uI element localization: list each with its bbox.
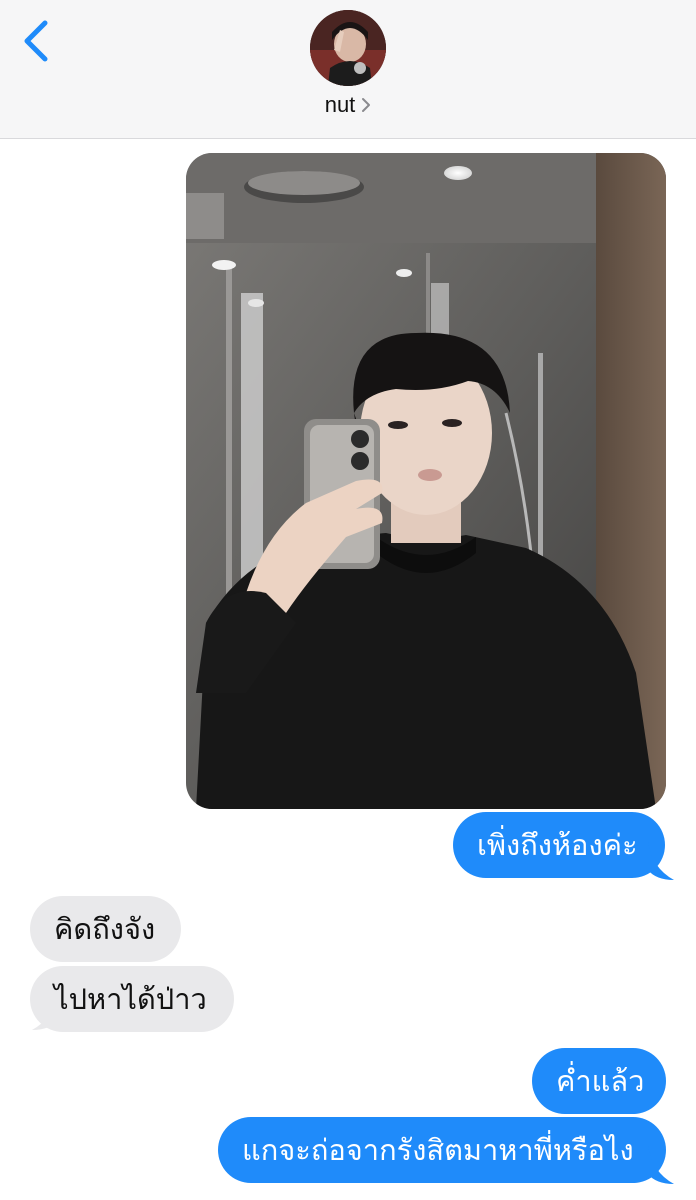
message-bubble-sent[interactable]: เพิ่งถึงห้องค่ะ [453,812,665,878]
message-text: เพิ่งถึงห้องค่ะ [477,828,638,862]
message-bubble-received[interactable]: คิดถึงจัง [30,896,181,962]
contact-avatar[interactable] [310,10,386,86]
message-bubble-sent[interactable]: แกจะถ่อจากรังสิตมาหาพี่หรือไง [218,1117,666,1183]
message-bubble-sent[interactable]: ค่ำแล้ว [532,1048,666,1114]
contact-name: nut [324,92,356,117]
mirror-selfie-photo [186,153,666,809]
message-bubble-received[interactable]: ไปหาได้ป่าว [30,966,234,1032]
chevron-right-icon [362,98,371,112]
back-button[interactable] [14,14,58,68]
conversation-screen: nut เพิ่งถึงห้องค่ะ คิดถึงจัง ไปหาได้ป่า… [0,0,696,1200]
message-text: แกจะถ่อจากรังสิตมาหาพี่หรือไง [242,1133,634,1167]
message-text: ค่ำแล้ว [556,1064,645,1098]
avatar-image [310,10,386,86]
chevron-left-icon [24,20,48,62]
message-text: คิดถึงจัง [54,912,156,946]
contact-name-row[interactable]: nut [0,92,696,118]
conversation-header: nut [0,0,696,139]
message-text: ไปหาได้ป่าว [54,982,207,1016]
photo-message[interactable] [186,153,666,809]
